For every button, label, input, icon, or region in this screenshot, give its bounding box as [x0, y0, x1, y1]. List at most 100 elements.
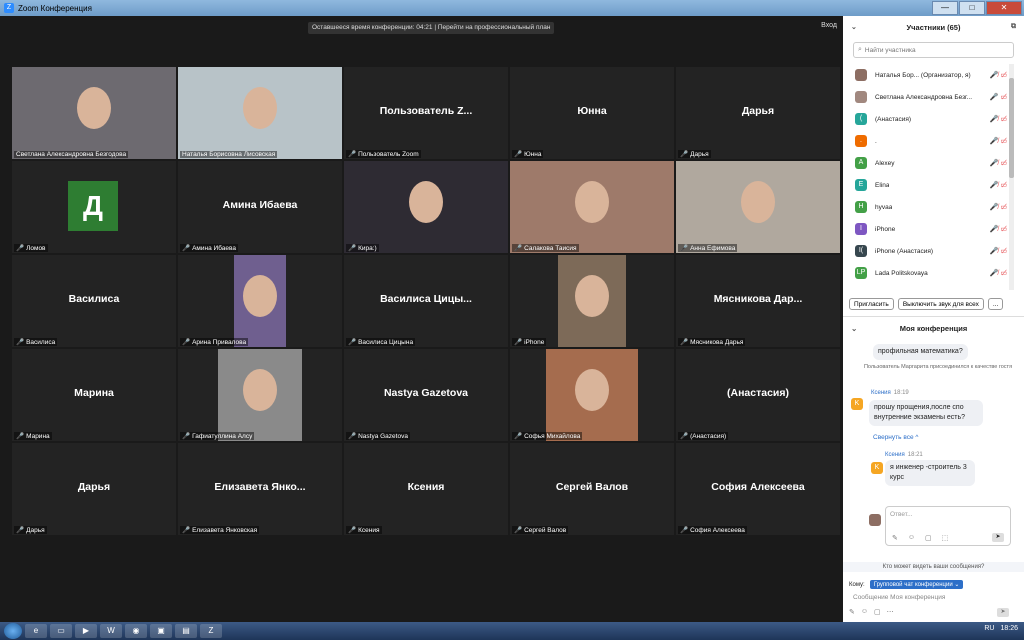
participant-tile[interactable]: Наталья Борисовна Лисовская — [178, 67, 342, 159]
participant-tile[interactable]: Марина 🎤 Марина — [12, 349, 176, 441]
emoji-icon[interactable]: ☺ — [861, 608, 868, 616]
ie-icon[interactable]: e — [25, 624, 47, 638]
reply-box[interactable]: Ответ... ✎ ☺ ▢ ⬚ ➤ — [885, 506, 1011, 546]
mic-camera-status-icon: 🎤̸ ▭̸ — [989, 248, 1007, 255]
meeting-timer[interactable]: Оставшееся время конференции: 04:21 | Пе… — [308, 22, 555, 34]
file-icon[interactable]: ▢ — [874, 608, 881, 616]
format-icon[interactable]: ✎ — [849, 608, 855, 616]
participant-tile[interactable]: Пользователь Z... 🎤 Пользователь Zoom — [344, 67, 508, 159]
participants-scrollbar[interactable] — [1009, 64, 1014, 290]
chat-collapse-icon[interactable]: ⌄ — [851, 324, 857, 333]
mic-camera-status-icon: 🎤̸ ▭̸ — [989, 226, 1007, 233]
word-icon[interactable]: W — [100, 624, 122, 638]
participant-row[interactable]: E Elina 🎤̸ ▭̸ — [843, 174, 1009, 196]
participant-row[interactable]: Светлана Александровна Безг... 🎤 ▭̸ — [843, 86, 1009, 108]
participant-tile[interactable]: 🎤 iPhone — [510, 255, 674, 347]
participant-row[interactable]: ((Анастасия) 🎤̸ ▭̸ — [843, 108, 1009, 130]
participant-tile[interactable]: 🎤 Арина Привалова — [178, 255, 342, 347]
participant-row-name: hyvaa — [875, 203, 893, 211]
muted-mic-icon: 🎤 — [680, 245, 689, 252]
language-indicator[interactable]: RU — [984, 625, 994, 632]
participant-name-label: 🎤 Салакова Таисия — [512, 244, 579, 252]
my-avatar — [869, 514, 881, 526]
participant-tile[interactable]: Елизавета Янко... 🎤 Елизавета Янковская — [178, 443, 342, 535]
muted-mic-icon: 🎤 — [16, 527, 25, 534]
zoom-taskbar-icon[interactable]: Z — [200, 624, 222, 638]
participant-tile[interactable]: 🎤 Софья Михайлова — [510, 349, 674, 441]
media-icon[interactable]: ▶ — [75, 624, 97, 638]
participant-name-label: 🎤 iPhone — [512, 338, 547, 346]
participant-tile[interactable]: Дарья 🎤 Дарья — [676, 67, 840, 159]
participant-tile[interactable]: Василиса 🎤 Василиса — [12, 255, 176, 347]
recipient-select[interactable]: Групповой чат конференции ⌄ — [869, 580, 964, 589]
participant-row[interactable]: IiPhone 🎤̸ ▭̸ — [843, 218, 1009, 240]
participant-tile[interactable]: (Анастасия) 🎤 (Анастасия) — [676, 349, 840, 441]
participant-tile[interactable]: Светлана Александровна Безгодова — [12, 67, 176, 159]
send-icon[interactable]: ➤ — [997, 608, 1009, 617]
participant-tile[interactable]: Nastya Gazetova 🎤 Nastya Gazetova — [344, 349, 508, 441]
collapse-all-link[interactable]: Свернуть все ^ — [873, 434, 918, 441]
participant-search-input[interactable] — [861, 46, 998, 54]
app-icon[interactable]: ▣ — [150, 624, 172, 638]
muted-mic-icon: 🎤 — [514, 433, 523, 440]
person-figure — [77, 87, 111, 129]
invite-button[interactable]: Пригласить — [849, 298, 894, 310]
participant-name-label: 🎤 Ломов — [14, 244, 48, 252]
maximize-button[interactable]: □ — [959, 1, 985, 15]
mic-camera-status-icon: 🎤̸ ▭̸ — [989, 182, 1007, 189]
screenshot-icon[interactable]: ⬚ — [942, 534, 949, 542]
panel-divider — [843, 316, 1024, 317]
participant-tile[interactable]: 🎤 Салакова Таисия — [510, 161, 674, 253]
window-title: Zoom Конференция — [18, 3, 92, 13]
sender-name: Ксения — [885, 452, 905, 458]
close-button[interactable]: ✕ — [986, 1, 1022, 15]
participant-tile[interactable]: Д 🎤 Ломов — [12, 161, 176, 253]
participant-tile[interactable]: Амина Ибаева 🎤 Амина Ибаева — [178, 161, 342, 253]
participant-row[interactable]: .. 🎤̸ ▭̸ — [843, 130, 1009, 152]
more-options-icon[interactable]: ⋯ — [887, 608, 894, 616]
participant-tile[interactable]: Василиса Цицы... 🎤 Василиса Цицына — [344, 255, 508, 347]
participant-tile[interactable]: 🎤 Кира:) — [344, 161, 508, 253]
participant-tile[interactable]: Ксения 🎤 Ксения — [344, 443, 508, 535]
mute-all-button[interactable]: Выключить звук для всех — [897, 298, 984, 310]
emoji-icon[interactable]: ☺ — [908, 534, 915, 542]
clock[interactable]: 18:26 — [1000, 625, 1018, 632]
muted-mic-icon: 🎤 — [514, 245, 523, 252]
explorer-icon[interactable]: ▭ — [50, 624, 72, 638]
participant-name-label: 🎤 Анна Ефимова — [678, 244, 738, 252]
participant-tile[interactable]: София Алексеева 🎤 София Алексеева — [676, 443, 840, 535]
participant-tile[interactable]: Мясникова Дар... 🎤 Мясникова Дарья — [676, 255, 840, 347]
participant-tile[interactable]: Дарья 🎤 Дарья — [12, 443, 176, 535]
message-input[interactable]: Сообщение Моя конференция — [853, 594, 945, 601]
participant-row[interactable]: Наталья Бор... (Организатор, я) 🎤̸ ▭̸ — [843, 64, 1009, 86]
send-reply-icon[interactable]: ➤ — [992, 533, 1004, 542]
participant-row[interactable]: I(iPhone (Анастасия) 🎤̸ ▭̸ — [843, 240, 1009, 262]
participant-tile[interactable]: 🎤 Анна Ефимова — [676, 161, 840, 253]
start-button-icon[interactable] — [4, 623, 22, 639]
file-icon[interactable]: ▢ — [925, 534, 932, 542]
person-figure — [243, 87, 277, 129]
participant-tile[interactable]: Юнна 🎤 Юнна — [510, 67, 674, 159]
participant-name-label: 🎤 София Алексеева — [678, 526, 747, 534]
participant-name-label: 🎤 Марина — [14, 432, 52, 440]
participant-row-name: iPhone — [875, 225, 896, 233]
app-icon[interactable]: ▤ — [175, 624, 197, 638]
exit-label[interactable]: Вход — [821, 22, 837, 29]
participant-search[interactable]: ⌕ — [853, 42, 1014, 58]
participant-row[interactable]: LP Lada Politskovaya 🎤̸ ▭̸ — [843, 262, 1009, 284]
minimize-button[interactable]: — — [932, 1, 958, 15]
more-button[interactable]: ... — [987, 298, 1004, 310]
participant-tile[interactable]: Сергей Валов 🎤 Сергей Валов — [510, 443, 674, 535]
participant-row[interactable]: A Alexey 🎤̸ ▭̸ — [843, 152, 1009, 174]
chrome-icon[interactable]: ◉ — [125, 624, 147, 638]
participant-tile[interactable]: 🎤 Гафиатуллина Алсу — [178, 349, 342, 441]
popout-icon[interactable]: ⧉ — [1011, 23, 1016, 31]
format-icon[interactable]: ✎ — [892, 534, 898, 542]
collapse-chevron-icon[interactable]: ⌄ — [851, 23, 857, 31]
participant-name: (Анастасия) — [690, 433, 727, 440]
participant-row[interactable]: Hhyvaa 🎤̸ ▭̸ — [843, 196, 1009, 218]
participant-avatar: I( — [855, 245, 867, 257]
who-can-see-link[interactable]: Кто может видеть ваши сообщения? — [843, 562, 1024, 572]
person-figure — [575, 275, 609, 317]
muted-mic-icon: 🎤 — [182, 433, 191, 440]
